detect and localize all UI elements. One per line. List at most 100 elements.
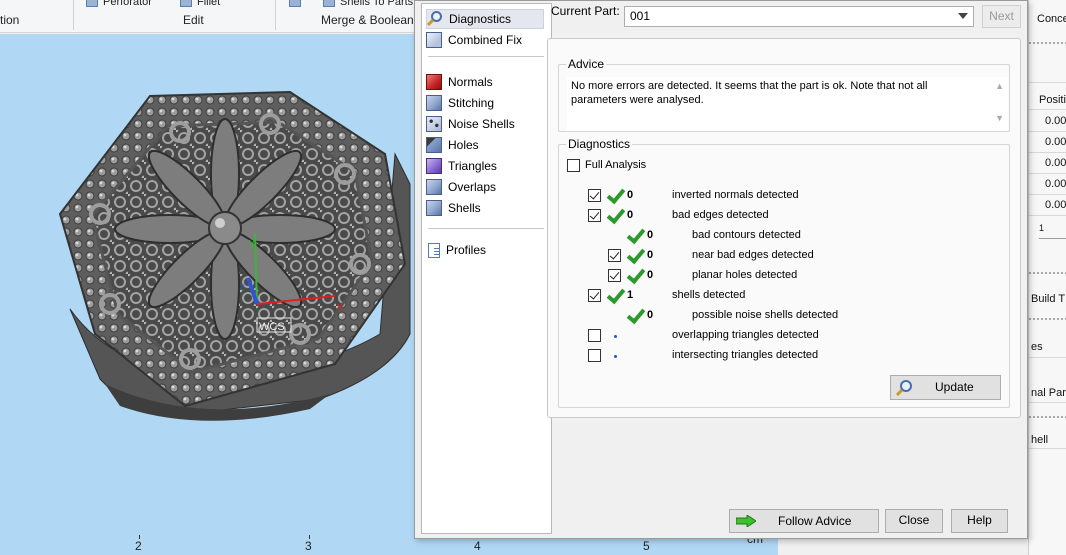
position-value[interactable]: 0.00 [1045, 178, 1066, 190]
noise-shells-count: 0 [647, 309, 654, 321]
full-analysis-checkbox[interactable] [567, 159, 580, 172]
fix-wizard-dialog: Diagnostics Combined Fix Normals Stitchi… [414, 0, 1028, 539]
category-noise-shells[interactable]: Noise Shells [426, 114, 544, 134]
bad-contours-count: 0 [647, 229, 654, 241]
near-bad-edges-checkbox[interactable] [608, 249, 621, 262]
green-check-icon [606, 207, 624, 223]
bad-contours-text: bad contours detected [692, 229, 801, 241]
green-check-icon [606, 187, 624, 203]
diagnostics-magnifier-icon [426, 11, 443, 27]
position-column-header: Positi [1039, 94, 1066, 106]
side-panel-item[interactable]: hell [1031, 434, 1048, 446]
category-normals[interactable]: Normals [426, 72, 544, 92]
category-diagnostics[interactable]: Diagnostics [426, 9, 544, 29]
x-axis-label: x [337, 301, 343, 313]
position-value[interactable]: 0.00 [1045, 157, 1066, 169]
fillet-icon [180, 0, 192, 8]
slider-track[interactable] [1039, 238, 1066, 239]
pending-dot-icon [614, 355, 617, 358]
follow-advice-button[interactable]: Follow Advice [729, 509, 879, 533]
shells-count: 1 [627, 289, 634, 301]
perforator-button[interactable]: Perforator [86, 0, 152, 8]
side-panel-item[interactable]: nal Part [1031, 387, 1066, 399]
advice-textbox[interactable]: No more errors are detected. It seems th… [567, 77, 1008, 131]
z-axis-label: z [240, 282, 245, 293]
advice-text: No more errors are detected. It seems th… [571, 80, 928, 106]
stitching-cube-icon [426, 95, 442, 111]
fillet-button[interactable]: Fillet [180, 0, 220, 8]
scroll-up-icon[interactable]: ▲ [995, 79, 1004, 93]
help-button[interactable]: Help [951, 509, 1008, 533]
build-button[interactable]: Build T [1031, 293, 1065, 305]
panel-tab-concepts[interactable]: Conce [1037, 13, 1066, 25]
near-bad-edges-text: near bad edges detected [692, 249, 814, 261]
next-button[interactable]: Next [982, 5, 1021, 28]
green-arrow-icon [736, 515, 756, 527]
category-profiles[interactable]: Profiles [426, 240, 544, 260]
ribbon-divider [275, 0, 276, 30]
full-analysis-label: Full Analysis [585, 159, 647, 171]
overlapping-triangles-checkbox[interactable] [588, 329, 601, 342]
properties-side-panel: Conce Positi 0.00 0.00 0.00 0.00 0.00 1 … [1028, 0, 1066, 555]
category-list: Diagnostics Combined Fix Normals Stitchi… [421, 3, 552, 534]
ribbon-group-edit: Edit [183, 13, 204, 27]
ribbon-group-label: tion [0, 13, 20, 27]
overlapping-triangles-text: overlapping triangles detected [672, 329, 819, 341]
bad-edges-checkbox[interactable] [588, 209, 601, 222]
planar-holes-text: planar holes detected [692, 269, 798, 281]
noise-shells-cube-icon [426, 116, 442, 132]
ruler-tick-label: 3 [305, 539, 312, 553]
close-button[interactable]: Close [885, 509, 943, 533]
diagnostics-panel: Advice No more errors are detected. It s… [547, 38, 1021, 418]
near-bad-edges-count: 0 [647, 249, 654, 261]
side-panel-item[interactable]: es [1031, 341, 1043, 353]
wcs-label: WCS [259, 321, 285, 333]
profiles-document-icon [428, 242, 440, 258]
green-check-icon [606, 287, 624, 303]
inverted-normals-text: inverted normals detected [672, 189, 799, 201]
combined-fix-cube-icon [426, 32, 442, 48]
green-check-icon [626, 267, 644, 283]
boolean-icon[interactable] [289, 0, 306, 8]
category-stitching[interactable]: Stitching [426, 93, 544, 113]
shells-text: shells detected [672, 289, 746, 301]
category-triangles[interactable]: Triangles [426, 156, 544, 176]
normals-cube-icon [426, 74, 442, 90]
current-part-value: 001 [630, 9, 651, 23]
position-value[interactable]: 0.00 [1045, 115, 1066, 127]
category-overlaps[interactable]: Overlaps [426, 177, 544, 197]
update-button[interactable]: Update [890, 375, 1001, 400]
scroll-down-icon[interactable]: ▼ [995, 111, 1004, 125]
bad-edges-text: bad edges detected [672, 209, 769, 221]
planar-holes-checkbox[interactable] [608, 269, 621, 282]
category-shells[interactable]: Shells [426, 198, 544, 218]
green-check-icon [626, 247, 644, 263]
holes-cube-icon [426, 137, 442, 153]
shells-to-parts-icon [323, 0, 335, 8]
shells-to-parts-button[interactable]: Shells To Parts [323, 0, 413, 8]
current-part-select[interactable]: 001 [624, 6, 974, 27]
inverted-normals-checkbox[interactable] [588, 189, 601, 202]
y-axis-label: y [249, 237, 255, 249]
bad-edges-count: 0 [627, 209, 634, 221]
triangles-cube-icon [426, 158, 442, 174]
overlaps-cube-icon [426, 179, 442, 195]
slider-tick-label: 1 [1039, 223, 1045, 233]
intersecting-triangles-text: intersecting triangles detected [672, 349, 819, 361]
green-check-icon [626, 227, 644, 243]
category-holes[interactable]: Holes [426, 135, 544, 155]
diagnostics-group: Diagnostics Full Analysis 0 inverted nor… [558, 137, 1010, 408]
advice-group: Advice No more errors are detected. It s… [558, 57, 1010, 132]
shells-checkbox[interactable] [588, 289, 601, 302]
chevron-down-icon [958, 13, 968, 19]
pending-dot-icon [614, 335, 617, 338]
current-part-label: Current Part: [551, 4, 620, 18]
intersecting-triangles-checkbox[interactable] [588, 349, 601, 362]
category-combined-fix[interactable]: Combined Fix [426, 30, 544, 50]
position-value[interactable]: 0.00 [1045, 136, 1066, 148]
position-value[interactable]: 0.00 [1045, 199, 1066, 211]
inverted-normals-count: 0 [627, 189, 634, 201]
ruler-tick-label: 2 [135, 539, 142, 553]
diagnostics-title: Diagnostics [566, 137, 633, 151]
planar-holes-count: 0 [647, 269, 654, 281]
